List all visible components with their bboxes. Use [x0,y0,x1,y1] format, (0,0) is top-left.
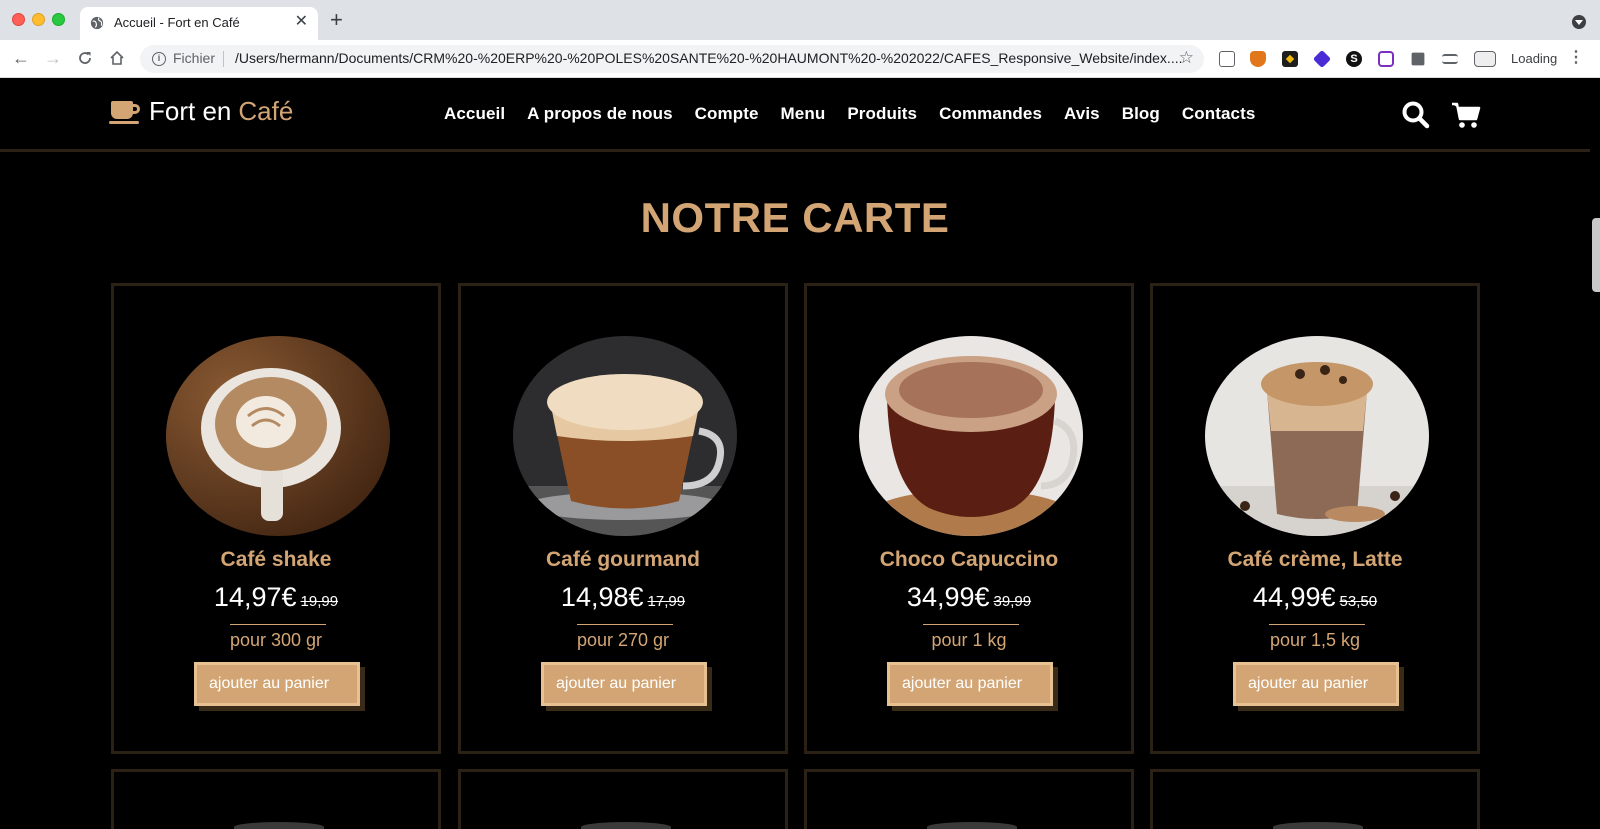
diamond-extension-icon[interactable] [1312,49,1332,69]
price-line: 14,97€ 19,99 [114,582,438,613]
product-name: Café crème, Latte [1227,548,1403,571]
scheme-label: Fichier [173,50,216,66]
maximize-window-button[interactable] [52,13,65,26]
brand-name: Fort en [149,96,232,126]
nav-menu[interactable]: Menu [781,104,826,124]
product-card-partial [111,769,441,829]
search-icon[interactable] [1400,99,1432,131]
url-text[interactable]: /Users/hermann/Documents/CRM%20-%20ERP%2… [235,50,1183,66]
product-price: 14,97€ [213,582,297,612]
bookmark-star-icon[interactable]: ☆ [1179,48,1194,68]
price-line: 14,98€ 17,99 [461,582,785,613]
latte-glass-photo [1205,336,1429,536]
product-old-price: 17,99 [647,593,686,610]
section-title: NOTRE CARTE [640,194,950,241]
nav-produits[interactable]: Produits [847,104,917,124]
browser-toolbar: ← → i Fichier /Users/hermann/Documents/C… [0,40,1600,78]
latte-art-cup-photo [166,336,390,536]
product-name: Café gourmand [545,548,700,571]
price-line: 44,99€ 53,50 [1153,582,1477,613]
tab-search-icon[interactable] [1572,15,1586,29]
product-old-price: 39,99 [993,593,1032,610]
binance-extension-icon[interactable] [1282,51,1298,67]
product-weight: pour 1 kg [931,630,1007,650]
close-tab-icon[interactable]: ✕ [295,13,308,31]
product-card-partial [804,769,1134,829]
omnibox-separator [223,51,224,67]
add-to-cart-button[interactable]: ajouter au panier [1233,662,1399,706]
price-divider [230,624,326,625]
add-to-cart-button[interactable]: ajouter au panier [887,662,1053,706]
nav-commandes[interactable]: Commandes [939,104,1042,124]
shopping-cart-icon[interactable] [1450,99,1482,131]
product-card: Choco Capuccino 34,99€ 39,99 pour 1 kg aj… [804,283,1134,754]
profile-extension-icon[interactable] [1474,51,1496,67]
forward-arrow-icon[interactable]: → [44,48,62,68]
product-old-price: 19,99 [300,593,339,610]
product-name: Choco Capuccino [879,548,1059,571]
price-divider [1269,624,1365,625]
new-tab-button[interactable]: + [330,9,343,31]
browser-tab-active[interactable]: Accueil - Fort en Café ✕ [80,7,318,40]
product-photo-partial [1273,822,1363,829]
info-icon[interactable]: i [152,52,166,66]
nav-accueil[interactable]: Accueil [444,104,505,124]
minimize-window-button[interactable] [32,13,45,26]
nav-avis[interactable]: Avis [1064,104,1100,124]
product-price: 44,99€ [1252,582,1336,612]
product-card: Café crème, Latte 44,99€ 53,50 pour 1,5 k… [1150,283,1480,754]
product-name: Café shake [220,548,332,571]
home-icon[interactable] [109,50,125,66]
product-price: 34,99€ [906,582,990,612]
hexagon-extension-icon[interactable] [1378,51,1394,67]
s-extension-icon[interactable]: S [1346,51,1362,67]
product-photo-partial [927,822,1017,829]
cube-extension-icon[interactable] [1219,51,1235,67]
media-extension-icon[interactable] [1442,54,1458,64]
nav-blog[interactable]: Blog [1122,104,1160,124]
website-viewport: Fort en Café Accueil A propos de nous Co… [0,78,1600,829]
nav-a-propos[interactable]: A propos de nous [527,104,672,124]
product-weight: pour 1,5 kg [1269,630,1361,650]
coffee-cup-icon [109,99,141,125]
add-to-cart-button[interactable]: ajouter au panier [541,662,707,706]
loading-status: Loading [1511,51,1558,66]
product-photo-partial [234,822,324,829]
page-scrollbar[interactable] [1592,218,1600,292]
price-line: 34,99€ 39,99 [807,582,1131,613]
cappuccino-glass-cup-photo [513,336,737,536]
back-arrow-icon[interactable]: ← [12,48,30,68]
site-header: Fort en Café Accueil A propos de nous Co… [0,78,1590,152]
product-photo-partial [581,822,671,829]
choco-cappuccino-cup-photo [859,336,1083,536]
product-card: Café gourmand 14,98€ 17,99 pour 270 gr aj… [458,283,788,754]
site-logo[interactable]: Fort en Café [109,96,294,127]
product-card-partial [1150,769,1480,829]
reload-icon[interactable] [77,50,93,66]
nav-contacts[interactable]: Contacts [1182,104,1256,124]
add-to-cart-button[interactable]: ajouter au panier [194,662,360,706]
browser-tabbar: Accueil - Fort en Café ✕ + [0,0,1600,40]
close-window-button[interactable] [12,13,25,26]
product-old-price: 53,50 [1339,593,1378,610]
price-divider [923,624,1019,625]
nav-compte[interactable]: Compte [695,104,759,124]
brand-accent: Café [238,96,294,126]
address-bar[interactable]: i Fichier /Users/hermann/Documents/CRM%2… [140,45,1204,73]
main-nav: Accueil A propos de nous Compte Menu Pro… [444,104,1255,124]
product-weight: pour 270 gr [576,630,670,650]
product-card: Café shake 14,97€ 19,99 pour 300 gr ajout… [111,283,441,754]
product-weight: pour 300 gr [229,630,323,650]
product-price: 14,98€ [560,582,644,612]
tab-title: Accueil - Fort en Café [114,15,240,30]
product-card-partial [458,769,788,829]
puzzle-extension-icon[interactable] [1411,52,1425,66]
globe-icon [90,16,104,30]
more-menu-icon[interactable]: ⋮ [1568,49,1584,67]
price-divider [577,624,673,625]
fox-extension-icon[interactable] [1250,51,1266,67]
